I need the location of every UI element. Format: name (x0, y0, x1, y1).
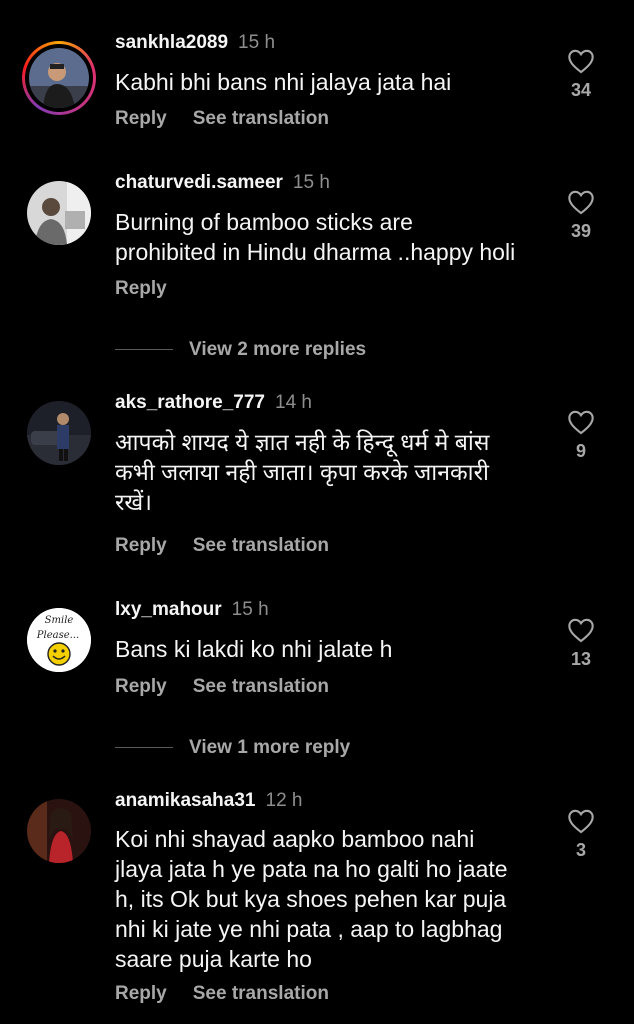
comment-text: Burning of bamboo sticks are prohibited … (115, 209, 516, 265)
reply-button[interactable]: Reply (115, 535, 167, 557)
see-translation-button[interactable]: See translation (193, 676, 329, 698)
reply-button[interactable]: Reply (115, 983, 167, 1005)
comment-time: 12 h (265, 790, 303, 811)
like-count: 34 (570, 80, 592, 100)
comment-username[interactable]: chaturvedi.sameer (115, 172, 283, 193)
heart-icon[interactable] (567, 409, 595, 435)
comment-username[interactable]: anamikasaha31 (115, 790, 256, 811)
comment-text: Bans ki lakdi ko nhi jalate h (115, 636, 393, 662)
heart-icon[interactable] (567, 617, 595, 643)
heart-icon[interactable] (567, 48, 595, 74)
see-translation-button[interactable]: See translation (193, 108, 329, 130)
avatar-text: Smile (45, 615, 74, 626)
comment-time: 14 h (275, 392, 312, 413)
divider (115, 747, 173, 749)
see-translation-button[interactable]: See translation (193, 535, 329, 557)
see-translation-button[interactable]: See translation (193, 983, 329, 1005)
comment-username[interactable]: sankhla2089 (115, 32, 228, 53)
avatar-text: Please... (36, 630, 79, 641)
avatar[interactable] (27, 401, 91, 465)
comment-time: 15 h (238, 32, 276, 53)
comment-text: आपको शायद ये ज्ञात नही के हिन्दू धर्म मे… (115, 429, 490, 515)
reply-button[interactable]: Reply (115, 108, 167, 130)
view-more-replies[interactable]: View 2 more replies (115, 339, 366, 361)
view-more-replies[interactable]: View 1 more reply (115, 737, 350, 759)
avatar[interactable] (22, 41, 96, 115)
like-count: 13 (570, 649, 592, 669)
avatar[interactable] (27, 181, 91, 245)
comment-text: Koi nhi shayad aapko bamboo nahi jlaya j… (115, 826, 508, 972)
like-count: 9 (575, 441, 586, 461)
heart-icon[interactable] (567, 808, 595, 834)
view-more-replies-label[interactable]: View 1 more reply (189, 737, 350, 758)
divider (115, 349, 173, 351)
comment-text: Kabhi bhi bans nhi jalaya jata hai (115, 69, 452, 95)
like-count: 39 (570, 221, 592, 241)
like-count: 3 (575, 840, 586, 860)
comment-time: 15 h (231, 599, 269, 620)
view-more-replies-label[interactable]: View 2 more replies (189, 339, 366, 360)
avatar[interactable]: Smile Please... (27, 608, 91, 672)
reply-button[interactable]: Reply (115, 278, 167, 300)
comment-username[interactable]: aks_rathore_777 (115, 392, 265, 413)
reply-button[interactable]: Reply (115, 676, 167, 698)
comment-time: 15 h (292, 172, 330, 193)
avatar[interactable] (27, 799, 91, 863)
comment-username[interactable]: lxy_mahour (115, 599, 222, 620)
heart-icon[interactable] (567, 189, 595, 215)
